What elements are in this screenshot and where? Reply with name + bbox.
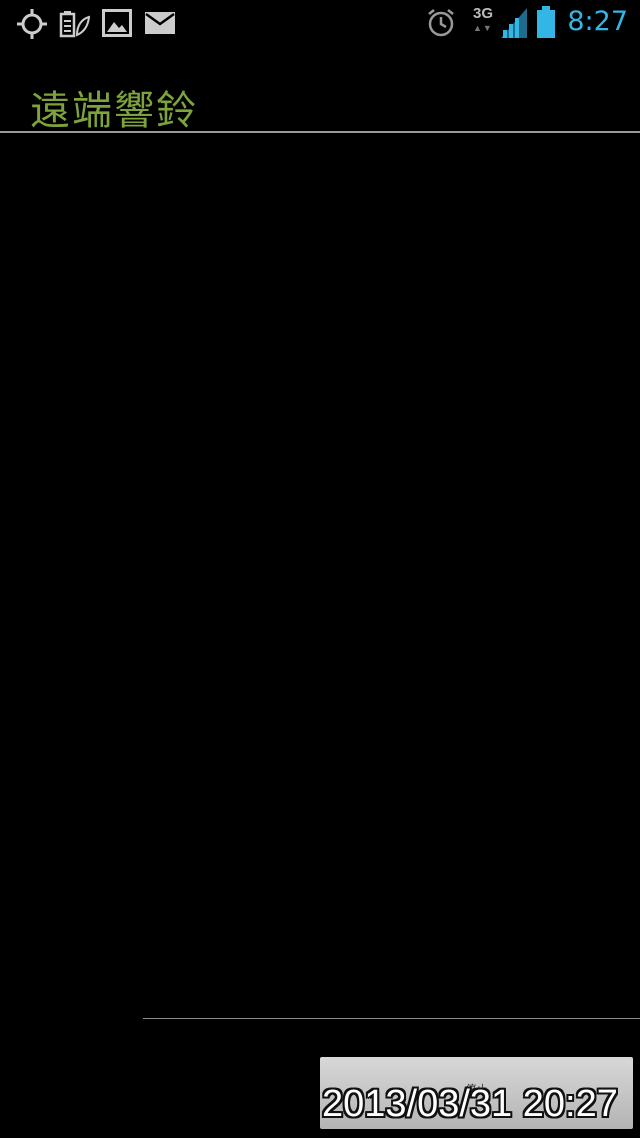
page-title: 遠端響鈴 (30, 88, 198, 134)
mail-icon (145, 12, 175, 38)
status-clock: 8:27 (567, 6, 628, 37)
bottom-divider (143, 1018, 640, 1019)
content-area (0, 133, 640, 1018)
image-icon (102, 9, 132, 41)
stop-button[interactable]: 停止 2013/03/31 20:27 (320, 1057, 633, 1129)
datetime-overlay: 2013/03/31 20:27 (322, 1083, 618, 1125)
status-bar: 3G ▲▼ 8:27 (0, 0, 640, 48)
signal-icon (501, 8, 527, 42)
alarm-icon (426, 8, 456, 42)
battery-saver-icon (58, 9, 91, 43)
battery-icon (536, 6, 556, 42)
network-type-label: 3G ▲▼ (473, 6, 493, 36)
gps-icon (16, 8, 48, 44)
data-arrows-icon: ▲▼ (473, 23, 493, 33)
